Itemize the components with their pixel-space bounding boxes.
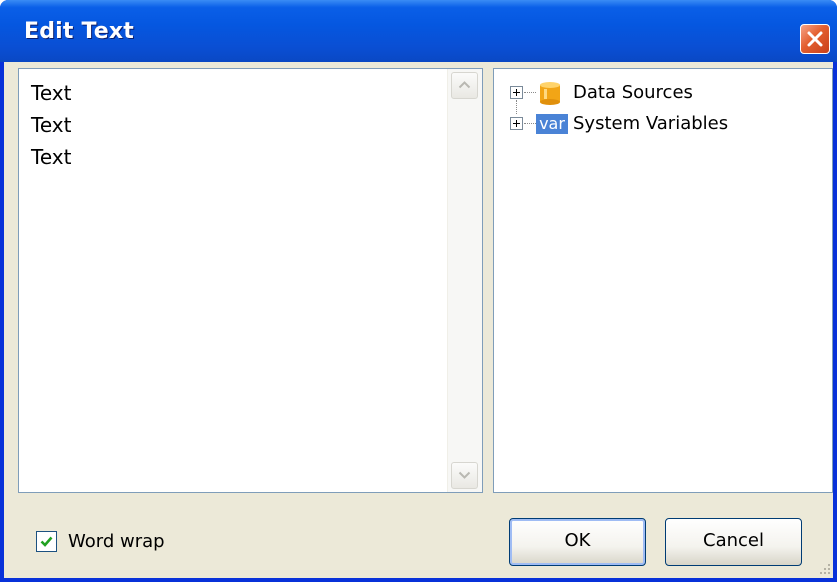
- tree-connector: [516, 100, 517, 114]
- resize-grip-icon[interactable]: [817, 562, 831, 576]
- close-icon: [807, 31, 823, 47]
- title-bar[interactable]: Edit Text: [0, 0, 837, 62]
- expand-icon[interactable]: [510, 86, 523, 99]
- editor-line: Text: [31, 81, 72, 105]
- window-title: Edit Text: [24, 19, 135, 44]
- vertical-scrollbar[interactable]: [447, 69, 482, 492]
- expand-icon[interactable]: [510, 117, 523, 130]
- text-editor[interactable]: Text Text Text: [18, 68, 483, 493]
- scroll-down-button[interactable]: [451, 462, 478, 489]
- editor-line: Text: [31, 113, 72, 137]
- close-button[interactable]: [800, 24, 830, 54]
- editor-content[interactable]: Text Text Text: [31, 77, 71, 173]
- var-icon: var: [536, 112, 568, 134]
- database-icon: [536, 81, 564, 109]
- tree-item-label: Data Sources: [573, 82, 693, 103]
- chevron-up-icon: [458, 81, 471, 89]
- checkmark-icon: [40, 536, 53, 547]
- scroll-up-button[interactable]: [451, 72, 478, 99]
- ok-button[interactable]: OK: [509, 518, 646, 566]
- edit-text-dialog: Edit Text Text Text Text Data Sources va…: [0, 0, 837, 582]
- data-tree[interactable]: Data Sources var System Variables: [493, 68, 833, 493]
- word-wrap-label[interactable]: Word wrap: [68, 531, 165, 553]
- cancel-button[interactable]: Cancel: [665, 518, 802, 566]
- tree-connector: [524, 92, 536, 94]
- tree-item-label: System Variables: [573, 113, 729, 134]
- tree-connector: [524, 123, 536, 125]
- editor-line: Text: [31, 145, 72, 169]
- dialog-client-area: Text Text Text Data Sources var System V…: [4, 62, 833, 578]
- word-wrap-checkbox[interactable]: [36, 531, 57, 552]
- dialog-footer: Word wrap OK Cancel: [4, 493, 833, 578]
- chevron-down-icon: [458, 471, 471, 479]
